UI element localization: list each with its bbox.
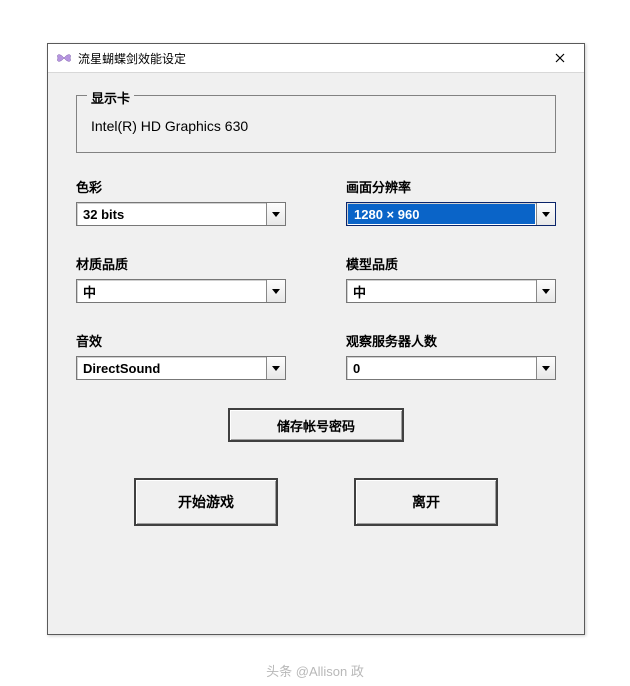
save-button-label: 储存帐号密码 — [277, 416, 355, 435]
chevron-down-icon — [266, 203, 285, 225]
color-label: 色彩 — [76, 177, 286, 196]
start-button-label: 开始游戏 — [178, 492, 234, 512]
resolution-label: 画面分辨率 — [346, 177, 556, 196]
sound-select[interactable]: DirectSound — [76, 356, 286, 380]
settings-window: 流星蝴蝶剑效能设定 显示卡 Intel(R) HD Graphics 630 色… — [47, 43, 585, 635]
observers-value: 0 — [347, 357, 536, 379]
save-credentials-button[interactable]: 储存帐号密码 — [228, 408, 404, 442]
texture-label: 材质品质 — [76, 254, 286, 273]
resolution-value: 1280 × 960 — [348, 204, 535, 224]
chevron-down-icon — [536, 280, 555, 302]
model-value: 中 — [347, 280, 536, 302]
close-button[interactable] — [538, 45, 582, 71]
chevron-down-icon — [266, 357, 285, 379]
sound-label: 音效 — [76, 331, 286, 350]
chevron-down-icon — [536, 357, 555, 379]
window-title: 流星蝴蝶剑效能设定 — [78, 50, 538, 67]
exit-button-label: 离开 — [412, 492, 440, 512]
watermark-text: 头条 @Allison 政 — [0, 661, 630, 680]
observers-select[interactable]: 0 — [346, 356, 556, 380]
start-game-button[interactable]: 开始游戏 — [134, 478, 278, 526]
color-value: 32 bits — [77, 203, 266, 225]
sound-value: DirectSound — [77, 357, 266, 379]
exit-button[interactable]: 离开 — [354, 478, 498, 526]
resolution-select[interactable]: 1280 × 960 — [346, 202, 556, 226]
observers-label: 观察服务器人数 — [346, 331, 556, 350]
color-select[interactable]: 32 bits — [76, 202, 286, 226]
texture-select[interactable]: 中 — [76, 279, 286, 303]
chevron-down-icon — [266, 280, 285, 302]
gpu-name: Intel(R) HD Graphics 630 — [91, 118, 541, 134]
model-select[interactable]: 中 — [346, 279, 556, 303]
chevron-down-icon — [536, 203, 555, 225]
display-card-group: 显示卡 Intel(R) HD Graphics 630 — [76, 95, 556, 153]
texture-value: 中 — [77, 280, 266, 302]
model-label: 模型品质 — [346, 254, 556, 273]
display-card-legend: 显示卡 — [87, 88, 134, 107]
app-icon — [56, 50, 72, 66]
content-area: 显示卡 Intel(R) HD Graphics 630 色彩 32 bits … — [48, 73, 584, 526]
titlebar: 流星蝴蝶剑效能设定 — [48, 44, 584, 73]
